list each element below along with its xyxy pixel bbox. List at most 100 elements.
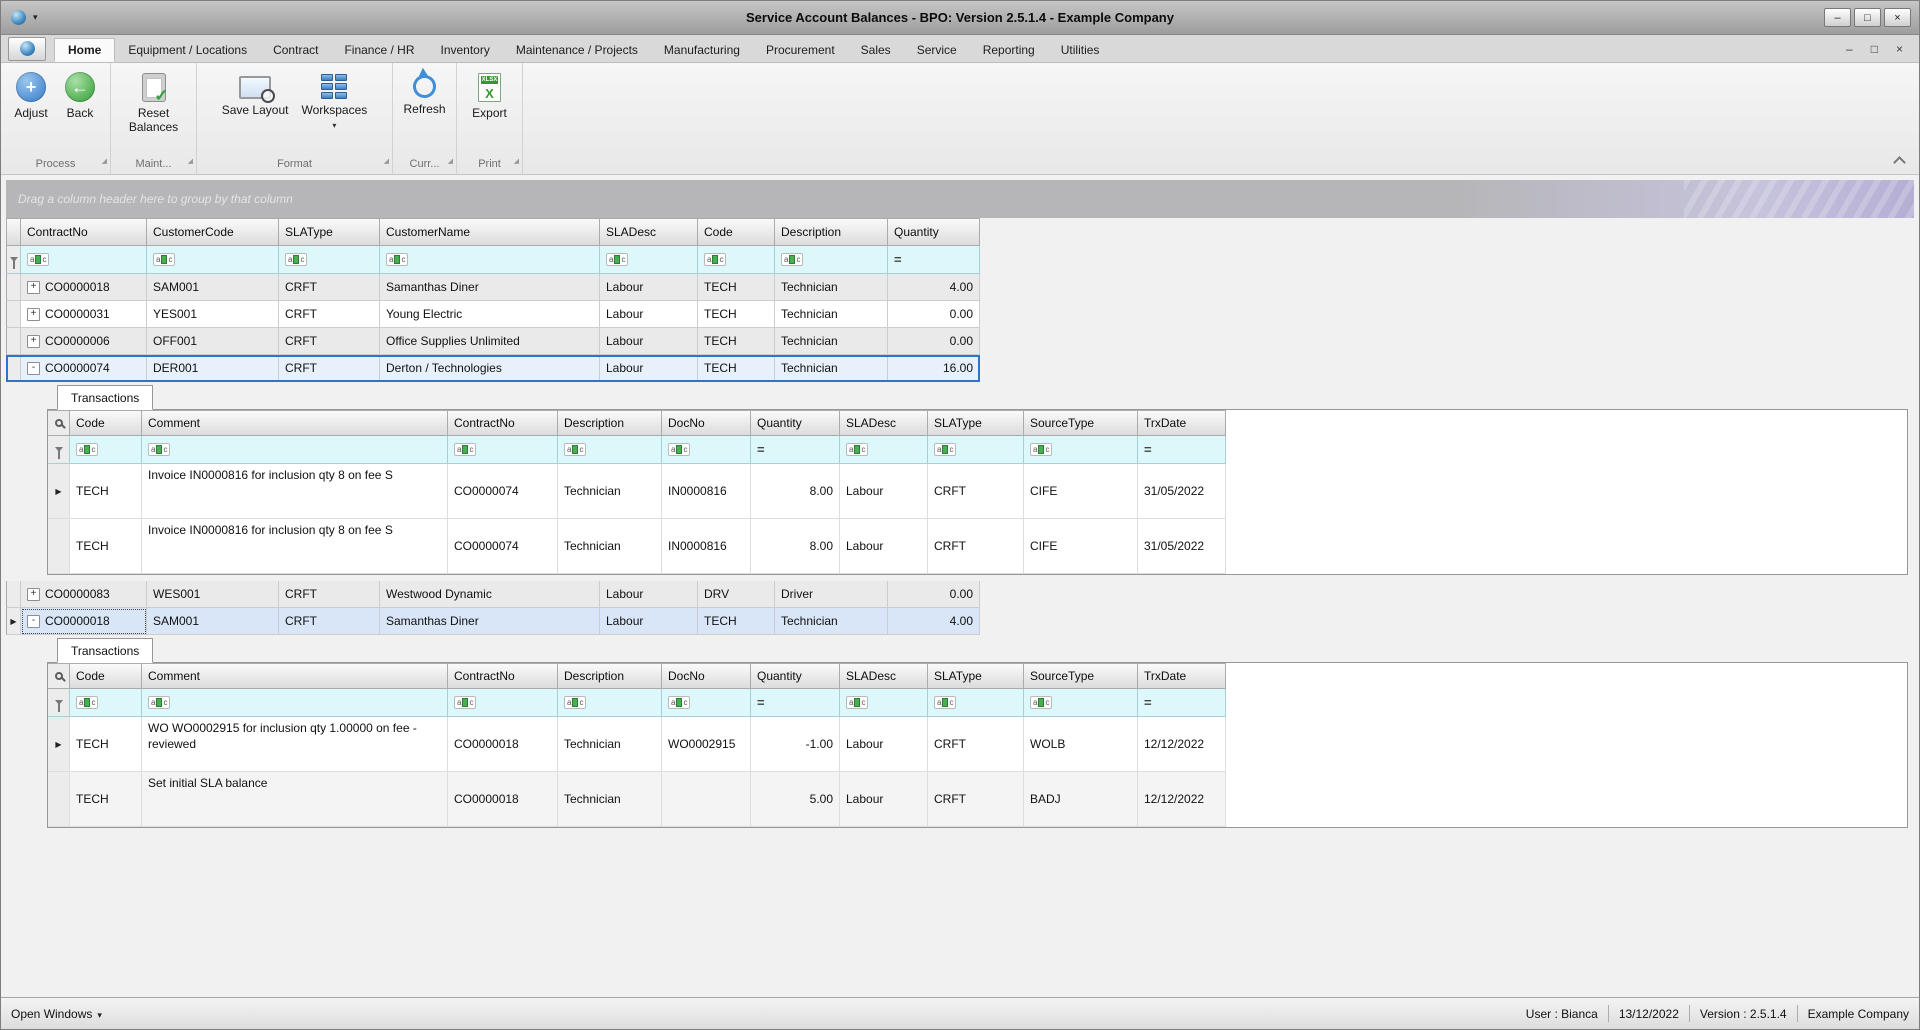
tab-contract[interactable]: Contract	[260, 38, 331, 62]
detail-search-cell[interactable]	[48, 410, 70, 436]
expand-row-icon[interactable]: +	[27, 587, 40, 601]
tab-reporting[interactable]: Reporting	[970, 38, 1048, 62]
tab-service[interactable]: Service	[904, 38, 970, 62]
filter-description[interactable]: ac	[558, 436, 662, 464]
detail-search-cell[interactable]	[48, 663, 70, 689]
table-row[interactable]: + CO0000006 OFF001 CRFT Office Supplies …	[6, 328, 980, 355]
column-header-sourcetype[interactable]: SourceType	[1024, 663, 1138, 689]
filter-slatype[interactable]: ac	[279, 246, 380, 274]
dialog-launcher-icon[interactable]: ◢	[188, 154, 193, 170]
column-header-quantity[interactable]: Quantity	[888, 218, 980, 246]
tab-equipment-locations[interactable]: Equipment / Locations	[115, 38, 260, 62]
column-header-trxdate[interactable]: TrxDate	[1138, 663, 1226, 689]
collapse-ribbon-icon[interactable]	[1894, 155, 1903, 164]
dialog-launcher-icon[interactable]: ◢	[514, 154, 519, 170]
column-header-code[interactable]: Code	[698, 218, 775, 246]
column-header-docno[interactable]: DocNo	[662, 663, 751, 689]
filter-slatype[interactable]: ac	[928, 689, 1024, 717]
column-header-description[interactable]: Description	[775, 218, 888, 246]
tab-sales[interactable]: Sales	[848, 38, 904, 62]
dialog-launcher-icon[interactable]: ◢	[384, 154, 389, 170]
table-row[interactable]: + CO0000018 SAM001 CRFT Samanthas Diner …	[6, 274, 980, 301]
filter-description[interactable]: ac	[558, 689, 662, 717]
filter-docno[interactable]: ac	[662, 689, 751, 717]
dialog-launcher-icon[interactable]: ◢	[102, 154, 107, 170]
filter-quantity[interactable]: =	[751, 689, 840, 717]
tab-home[interactable]: Home	[54, 38, 116, 62]
tab-transactions[interactable]: Transactions	[57, 638, 154, 663]
tab-maintenance-projects[interactable]: Maintenance / Projects	[503, 38, 651, 62]
tab-finance-hr[interactable]: Finance / HR	[331, 38, 427, 62]
table-row-selected[interactable]: - CO0000074 DER001 CRFT Derton / Technol…	[6, 355, 980, 382]
tab-manufacturing[interactable]: Manufacturing	[651, 38, 753, 62]
expand-row-icon[interactable]: +	[27, 307, 40, 321]
filter-code[interactable]: ac	[70, 689, 142, 717]
group-by-panel[interactable]: Drag a column header here to group by th…	[6, 180, 1914, 218]
column-header-customername[interactable]: CustomerName	[380, 218, 600, 246]
filter-docno[interactable]: ac	[662, 436, 751, 464]
table-row[interactable]: TECH Invoice IN0000816 for inclusion qty…	[48, 519, 1907, 574]
column-header-sladesc[interactable]: SLADesc	[600, 218, 698, 246]
filter-comment[interactable]: ac	[142, 689, 448, 717]
mdi-close-button[interactable]: ×	[1896, 42, 1903, 56]
column-header-comment[interactable]: Comment	[142, 663, 448, 689]
table-row[interactable]: + CO0000031 YES001 CRFT Young Electric L…	[6, 301, 980, 328]
filter-trxdate[interactable]: =	[1138, 436, 1226, 464]
column-header-description[interactable]: Description	[558, 663, 662, 689]
column-header-code[interactable]: Code	[70, 410, 142, 436]
filter-quantity[interactable]: =	[888, 246, 980, 274]
workspaces-button[interactable]: Workspaces ▾	[296, 68, 372, 156]
maximize-button[interactable]: □	[1854, 8, 1881, 27]
dialog-launcher-icon[interactable]: ◢	[448, 154, 453, 170]
filter-description[interactable]: ac	[775, 246, 888, 274]
column-header-contractno[interactable]: ContractNo	[21, 218, 147, 246]
filter-contractno[interactable]: ac	[448, 689, 558, 717]
filter-slatype[interactable]: ac	[928, 436, 1024, 464]
column-header-trxdate[interactable]: TrxDate	[1138, 410, 1226, 436]
refresh-button[interactable]: Refresh	[398, 68, 450, 156]
column-header-contractno[interactable]: ContractNo	[448, 410, 558, 436]
column-header-sladesc[interactable]: SLADesc	[840, 410, 928, 436]
reset-balances-button[interactable]: Reset Balances	[111, 68, 196, 156]
column-header-customercode[interactable]: CustomerCode	[147, 218, 279, 246]
column-header-code[interactable]: Code	[70, 663, 142, 689]
mdi-restore-button[interactable]: □	[1871, 42, 1878, 56]
column-header-description[interactable]: Description	[558, 410, 662, 436]
column-header-slatype[interactable]: SLAType	[928, 663, 1024, 689]
filter-code[interactable]: ac	[698, 246, 775, 274]
filter-comment[interactable]: ac	[142, 436, 448, 464]
save-layout-button[interactable]: Save Layout	[217, 68, 294, 156]
open-windows-dropdown[interactable]: Open Windows ▾	[11, 1007, 102, 1021]
filter-contractno[interactable]: ac	[21, 246, 147, 274]
column-header-sladesc[interactable]: SLADesc	[840, 663, 928, 689]
column-header-contractno[interactable]: ContractNo	[448, 663, 558, 689]
table-row[interactable]: + CO0000083 WES001 CRFT Westwood Dynamic…	[6, 581, 980, 608]
column-header-sourcetype[interactable]: SourceType	[1024, 410, 1138, 436]
expand-row-icon[interactable]: +	[27, 280, 40, 294]
tab-utilities[interactable]: Utilities	[1048, 38, 1113, 62]
column-header-slatype[interactable]: SLAType	[928, 410, 1024, 436]
tab-inventory[interactable]: Inventory	[427, 38, 502, 62]
collapse-row-icon[interactable]: -	[27, 361, 40, 375]
filter-quantity[interactable]: =	[751, 436, 840, 464]
table-row[interactable]: TECH Set initial SLA balance CO0000018 T…	[48, 772, 1907, 827]
column-header-docno[interactable]: DocNo	[662, 410, 751, 436]
minimize-button[interactable]: –	[1824, 8, 1851, 27]
adjust-button[interactable]: + Adjust	[8, 68, 54, 156]
filter-customercode[interactable]: ac	[147, 246, 279, 274]
filter-contractno[interactable]: ac	[448, 436, 558, 464]
column-header-comment[interactable]: Comment	[142, 410, 448, 436]
mdi-minimize-button[interactable]: –	[1846, 42, 1853, 56]
column-header-slatype[interactable]: SLAType	[279, 218, 380, 246]
back-button[interactable]: ← Back	[57, 68, 103, 156]
column-header-quantity[interactable]: Quantity	[751, 410, 840, 436]
tab-transactions[interactable]: Transactions	[57, 385, 154, 410]
filter-sourcetype[interactable]: ac	[1024, 689, 1138, 717]
filter-customername[interactable]: ac	[380, 246, 600, 274]
filter-code[interactable]: ac	[70, 436, 142, 464]
table-row[interactable]: ▶ TECH WO WO0002915 for inclusion qty 1.…	[48, 717, 1907, 772]
filter-sourcetype[interactable]: ac	[1024, 436, 1138, 464]
export-button[interactable]: XLSX Export	[467, 68, 513, 156]
column-header-quantity[interactable]: Quantity	[751, 663, 840, 689]
filter-trxdate[interactable]: =	[1138, 689, 1226, 717]
